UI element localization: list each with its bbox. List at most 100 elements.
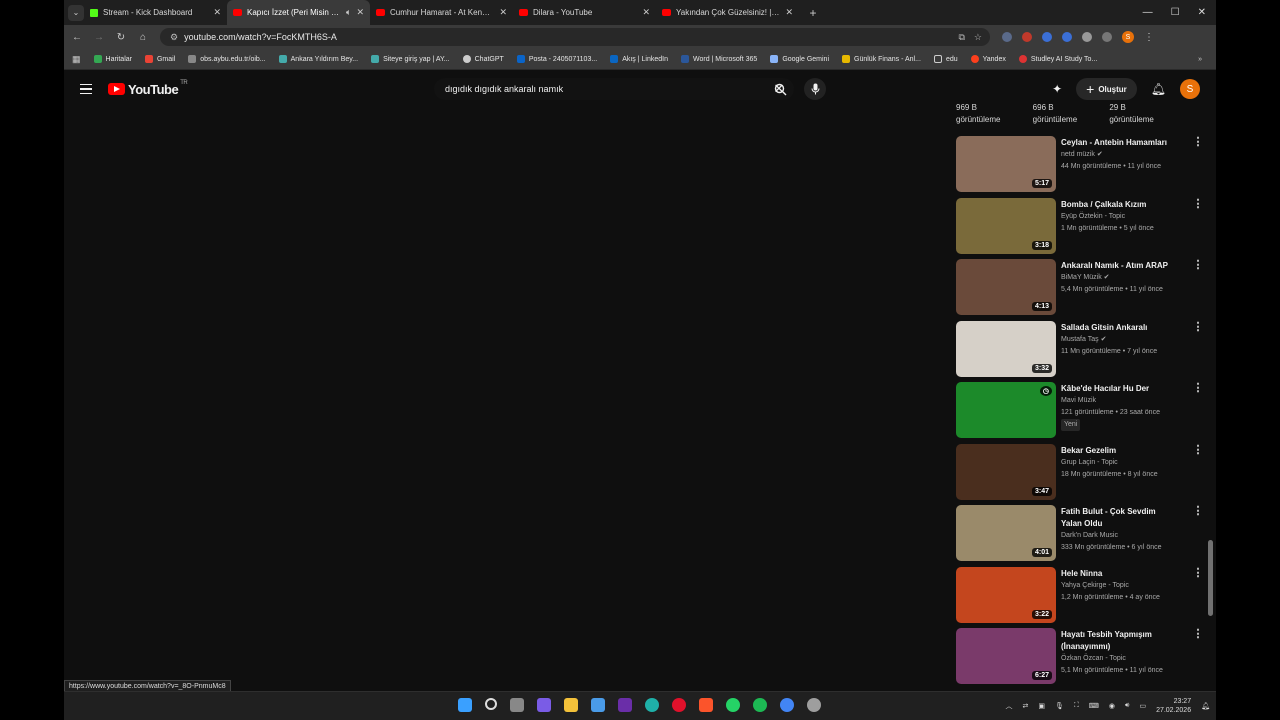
maximize-icon[interactable]: ☐ bbox=[1171, 7, 1180, 18]
more-options-icon[interactable]: ⋮ bbox=[1192, 567, 1204, 578]
more-bookmarks-icon[interactable]: » bbox=[1198, 56, 1216, 63]
avatar[interactable]: S bbox=[1180, 79, 1200, 99]
speaker-icon[interactable]: 🔈︎ bbox=[346, 7, 351, 18]
video-title[interactable]: Hayatı Tesbih Yapmışım (İnanayımmı) bbox=[1061, 629, 1176, 653]
wifi-icon[interactable]: ◉ bbox=[1109, 702, 1115, 710]
media-icon[interactable] bbox=[1102, 32, 1112, 42]
profile-avatar[interactable]: S bbox=[1122, 31, 1134, 43]
video-thumbnail[interactable]: 6:27 bbox=[956, 628, 1056, 684]
file-explorer-icon[interactable] bbox=[564, 698, 578, 712]
bookmark-item[interactable]: Posta - 2405071103... bbox=[516, 55, 597, 63]
home-icon[interactable]: ⌂ bbox=[138, 32, 148, 43]
search-icon[interactable] bbox=[485, 698, 497, 710]
site-info-icon[interactable]: ⚙︎ bbox=[170, 32, 178, 43]
video-title[interactable]: Ankaralı Namık - Atım ARAP bbox=[1061, 260, 1176, 272]
video-thumbnail[interactable]: ◷ bbox=[956, 382, 1056, 438]
channel-name[interactable]: Mavi Müzik bbox=[1061, 395, 1176, 407]
new-tab-button[interactable]: + bbox=[805, 6, 821, 20]
close-icon[interactable]: ✕ bbox=[785, 7, 793, 18]
recommendation-item[interactable]: 5:17 Ceylan - Antebin Hamamları netd müzik… bbox=[956, 136, 1204, 198]
close-window-icon[interactable]: ✕ bbox=[1198, 7, 1206, 18]
page-scrollbar[interactable] bbox=[1208, 540, 1213, 616]
bookmark-item[interactable]: Gmail bbox=[144, 55, 175, 63]
recommendation-item[interactable]: ◷ Kâbe'de Hacılar Hu Der Mavi Müzik 121 gör… bbox=[956, 382, 1204, 444]
ai-sparkle-icon[interactable]: ✦ bbox=[1052, 82, 1062, 96]
edge-icon[interactable] bbox=[645, 698, 659, 712]
mic-tray-icon[interactable]: 🎙︎ bbox=[1055, 702, 1064, 710]
tab-kapici-izzet[interactable]: Kapıcı İzzet (Peri Misin Cin Mi) 🔈︎ ✕ bbox=[227, 0, 370, 25]
bookmark-item[interactable]: ChatGPT bbox=[462, 55, 504, 63]
channel-name[interactable]: Yahya Çekirge - Topic bbox=[1061, 580, 1176, 592]
video-thumbnail[interactable]: 3:18 bbox=[956, 197, 1056, 254]
install-app-icon[interactable]: ⧉ bbox=[958, 32, 964, 43]
video-thumbnail[interactable]: 4:01 bbox=[956, 505, 1056, 561]
brave-icon[interactable] bbox=[699, 698, 713, 712]
recommendation-item[interactable]: 3:18 Bomba / Çalkala Kızım Eyüp Öztekin - … bbox=[956, 197, 1204, 260]
chevron-up-icon[interactable]: ︿ bbox=[1006, 701, 1013, 711]
tab-cumhur-hamarat[interactable]: Cumhur Hamarat - At Kendini Çı ✕ bbox=[370, 0, 513, 25]
copilot-icon[interactable] bbox=[537, 698, 551, 712]
more-options-icon[interactable]: ⋮ bbox=[1192, 444, 1204, 455]
chrome-canary-icon[interactable] bbox=[807, 698, 821, 712]
video-thumbnail[interactable]: 4:13 bbox=[956, 259, 1056, 315]
bookmark-item[interactable]: Ankara Yıldırım Bey... bbox=[278, 55, 358, 63]
video-thumbnail[interactable]: 3:47 bbox=[956, 443, 1056, 500]
channel-name[interactable]: Grup Laçin - Topic bbox=[1061, 457, 1176, 469]
app-tray-icon[interactable]: ⛶ bbox=[1074, 702, 1079, 710]
close-icon[interactable]: ✕ bbox=[213, 7, 221, 18]
recommendation-item[interactable]: 4:13 Ankaralı Namık - Atım ARAP BiMaY Müzi… bbox=[956, 259, 1204, 321]
notes-icon[interactable] bbox=[618, 698, 632, 712]
close-icon[interactable]: ✕ bbox=[642, 7, 650, 18]
extension-icon[interactable] bbox=[1062, 32, 1072, 42]
bookmark-item[interactable]: Word | Microsoft 365 bbox=[680, 55, 757, 63]
app-tray-icon[interactable]: ⇄ bbox=[1023, 702, 1029, 710]
video-title[interactable]: Ceylan - Antebin Hamamları bbox=[1061, 137, 1176, 149]
video-title[interactable]: Hele Ninna bbox=[1061, 568, 1176, 580]
volume-icon[interactable]: 🔊︎ bbox=[1125, 702, 1129, 710]
clock[interactable]: 23:27 27.02.2026 bbox=[1156, 697, 1191, 715]
extension-icon[interactable] bbox=[1022, 32, 1032, 42]
channel-name[interactable]: netd müzik ✔︎ bbox=[1061, 149, 1176, 161]
search-button[interactable] bbox=[764, 78, 796, 100]
more-options-icon[interactable]: ⋮ bbox=[1192, 506, 1204, 517]
channel-name[interactable]: BiMaY Müzik ✔︎ bbox=[1061, 272, 1176, 284]
video-title[interactable]: Bomba / Çalkala Kızım bbox=[1061, 199, 1176, 211]
more-options-icon[interactable]: ⋮ bbox=[1192, 198, 1204, 209]
recommendation-item[interactable]: 3:32 Sallada Gitsin Ankaralı Mustafa Taş ✔… bbox=[956, 320, 1204, 383]
address-bar[interactable]: ⚙︎ youtube.com/watch?v=FocKMTH6S-A ⧉ ☆ bbox=[160, 28, 990, 46]
close-icon[interactable]: ✕ bbox=[499, 7, 507, 18]
more-options-icon[interactable]: ⋮ bbox=[1192, 629, 1204, 640]
menu-dots-icon[interactable]: ⋮ bbox=[1144, 32, 1154, 43]
video-title[interactable]: Bekar Gezelim bbox=[1061, 445, 1176, 457]
battery-icon[interactable]: ▭ bbox=[1139, 702, 1146, 710]
bookmark-item[interactable]: Google Gemini bbox=[770, 55, 829, 63]
tab-yakindan[interactable]: Yakından Çok Güzelsiniz! | Mar ✕ bbox=[656, 0, 799, 25]
recommendation-item[interactable]: 3:47 Bekar Gezelim Grup Laçin - Topic 18 Mn… bbox=[956, 443, 1204, 506]
voice-search-button[interactable] bbox=[804, 78, 826, 100]
create-button[interactable]: + Oluştur bbox=[1076, 78, 1137, 100]
bookmark-item[interactable]: Studley AI Study To... bbox=[1018, 55, 1097, 63]
more-options-icon[interactable]: ⋮ bbox=[1192, 383, 1204, 394]
channel-name[interactable]: Dark'n Dark Music bbox=[1061, 530, 1176, 542]
bookmark-item[interactable]: obs.aybu.edu.tr/oib... bbox=[188, 55, 266, 63]
reload-icon[interactable]: ↻ bbox=[116, 32, 126, 43]
channel-name[interactable]: Özkan Özcan - Topic bbox=[1061, 653, 1176, 665]
video-title[interactable]: Sallada Gitsin Ankaralı bbox=[1061, 322, 1176, 334]
shield-extension-icon[interactable] bbox=[1002, 32, 1012, 42]
recommendation-item[interactable]: 4:01 Fatih Bulut - Çok Sevdim Yalan Oldu D… bbox=[956, 505, 1204, 567]
back-icon[interactable]: ← bbox=[72, 32, 82, 43]
keyboard-icon[interactable]: ⌨︎ bbox=[1089, 702, 1099, 710]
bookmark-item[interactable]: Haritalar bbox=[93, 55, 132, 63]
spotify-icon[interactable] bbox=[753, 698, 767, 712]
recommendation-item[interactable]: 3:22 Hele Ninna Yahya Çekirge - Topic 1,2 M… bbox=[956, 566, 1204, 629]
video-title[interactable]: Fatih Bulut - Çok Sevdim Yalan Oldu bbox=[1061, 506, 1176, 530]
video-thumbnail[interactable]: 5:17 bbox=[956, 136, 1056, 192]
whatsapp-icon[interactable] bbox=[726, 698, 740, 712]
task-view-icon[interactable] bbox=[510, 698, 524, 712]
more-options-icon[interactable]: ⋮ bbox=[1192, 137, 1204, 148]
windows-start-icon[interactable] bbox=[458, 698, 472, 712]
channel-name[interactable]: Eyüp Öztekin - Topic bbox=[1061, 211, 1176, 223]
forward-icon[interactable]: → bbox=[94, 32, 104, 43]
app-tray-icon[interactable]: ▣ bbox=[1038, 702, 1045, 710]
video-title[interactable]: Kâbe'de Hacılar Hu Der bbox=[1061, 383, 1176, 395]
